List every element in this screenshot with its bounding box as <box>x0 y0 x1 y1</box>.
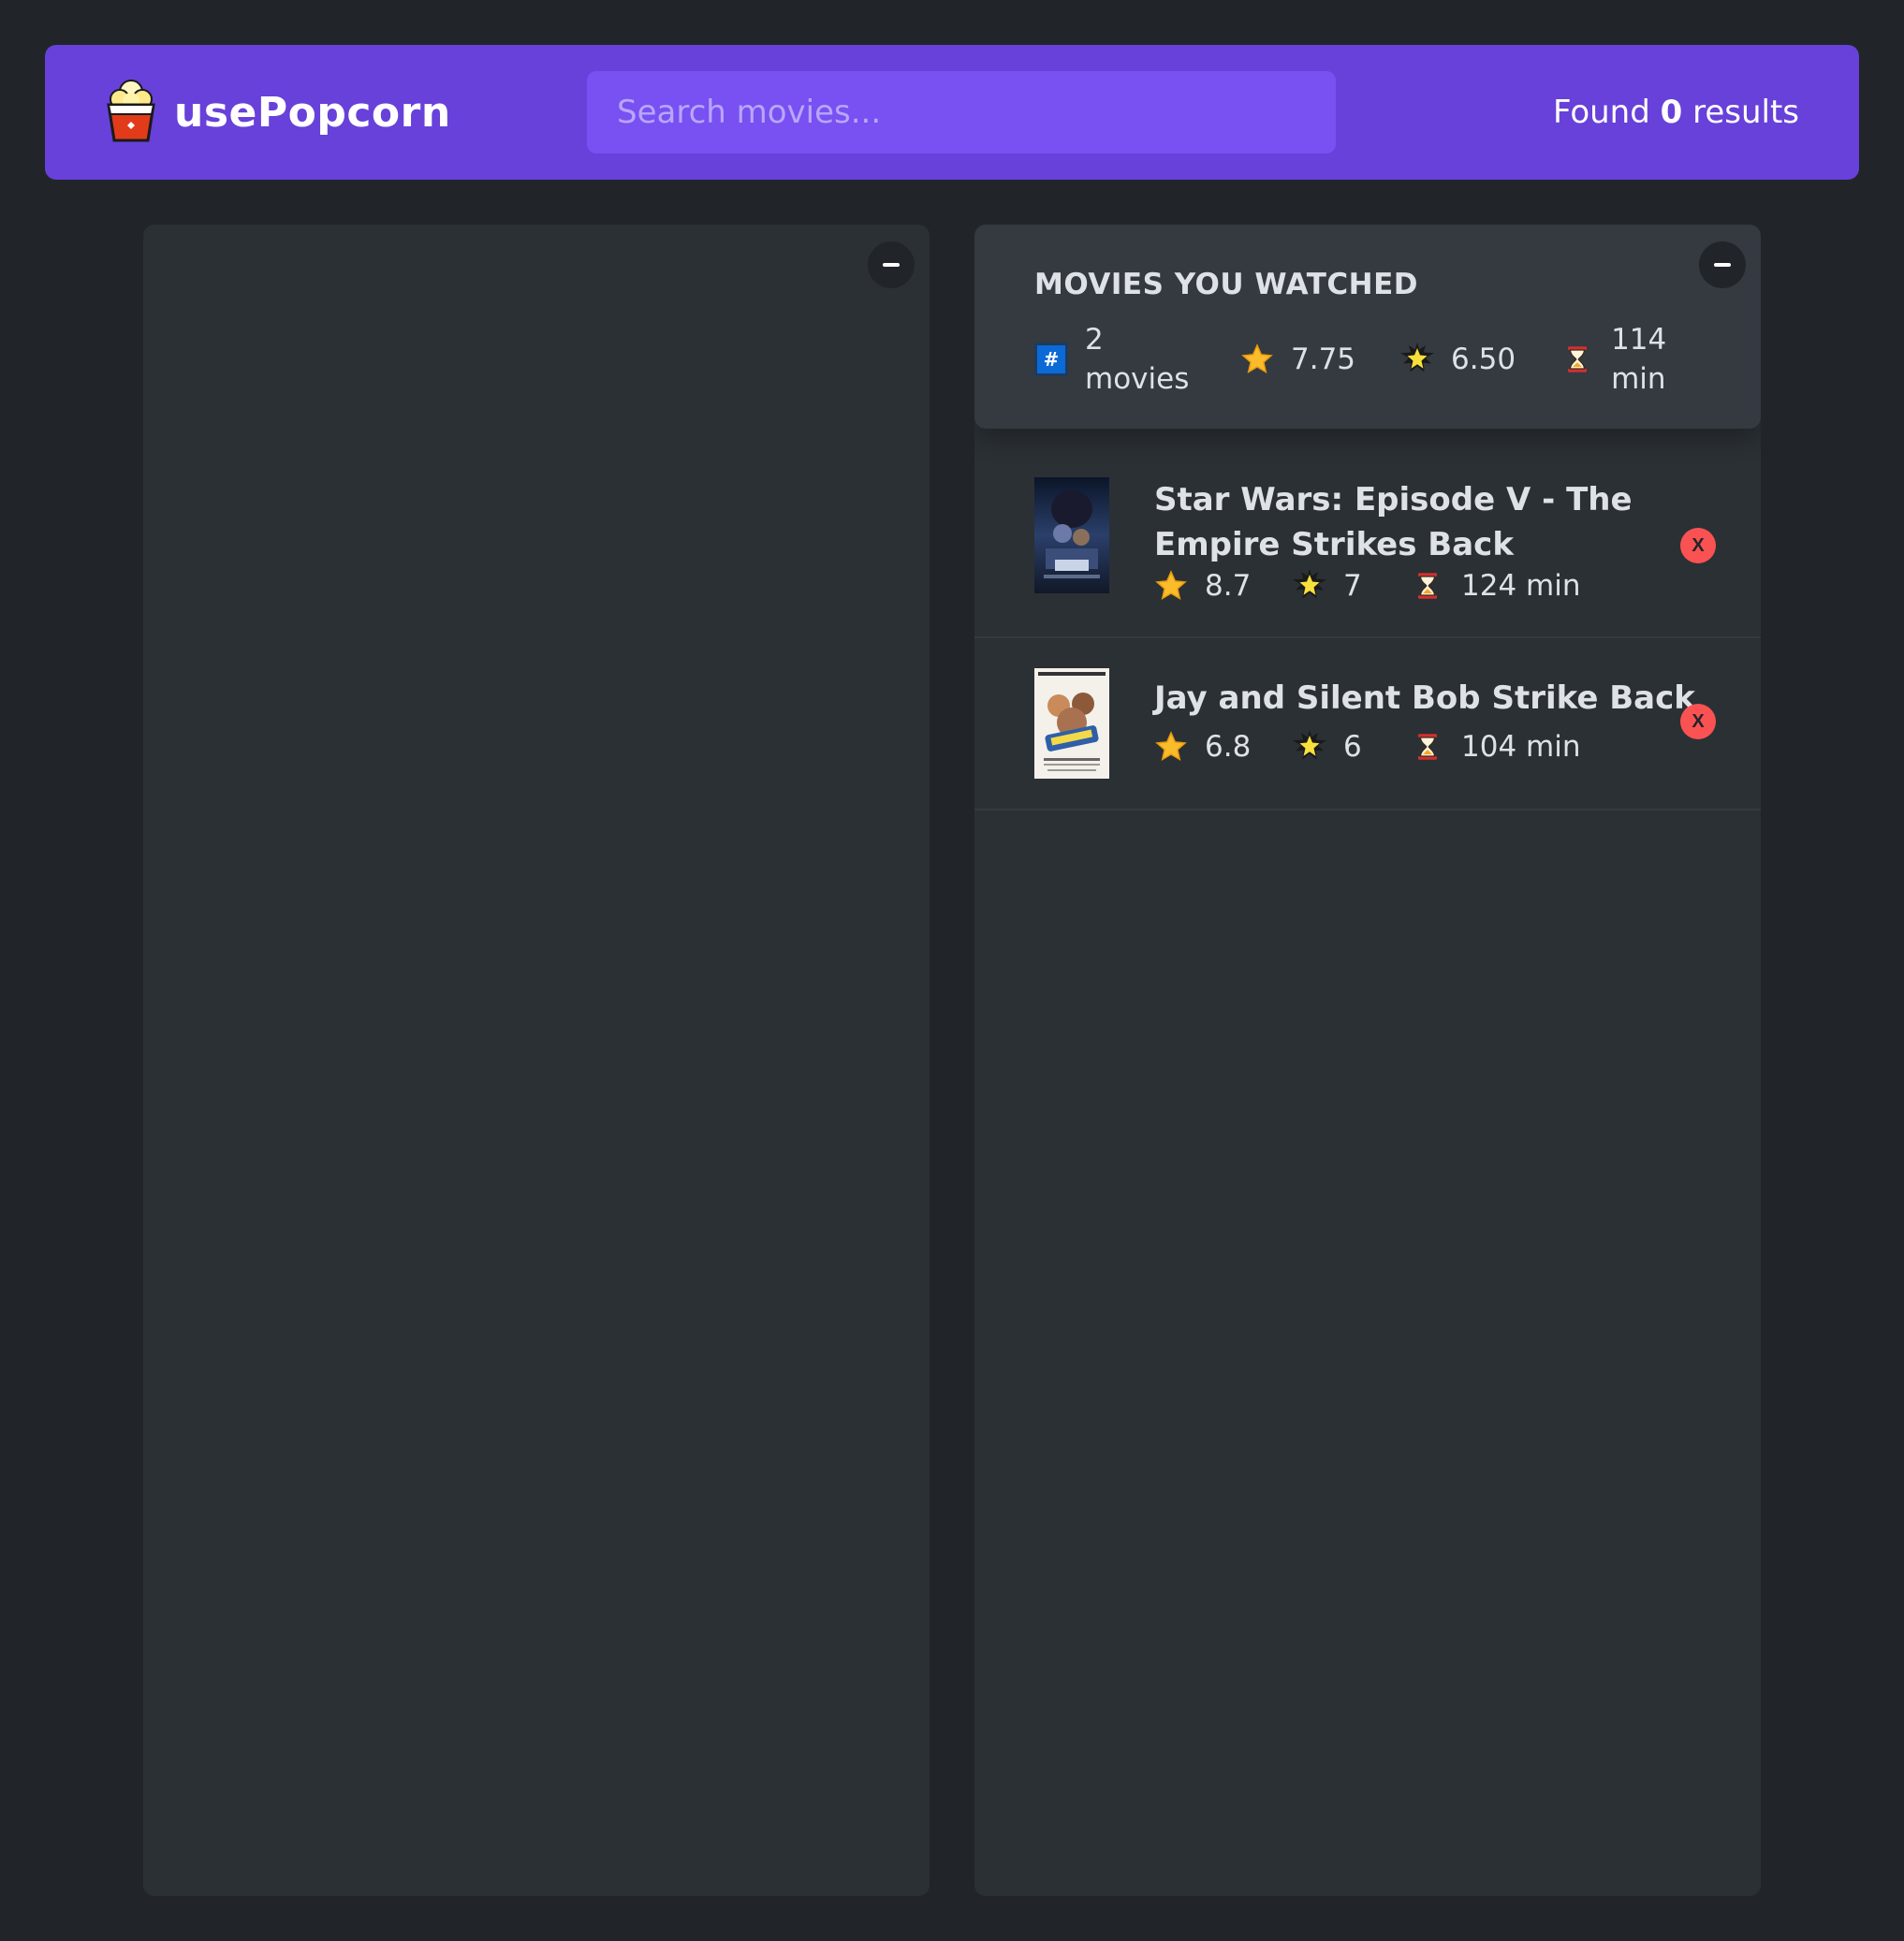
delete-movie-button[interactable]: X <box>1680 528 1716 563</box>
popcorn-icon <box>105 77 157 148</box>
logo: usePopcorn <box>105 77 554 148</box>
stat-count: # 2 movies <box>1034 320 1195 399</box>
stat-avg-user: 6.50 <box>1400 340 1516 379</box>
imdb-rating-value: 8.7 <box>1205 569 1252 603</box>
star-icon <box>1154 730 1188 764</box>
results-number: 0 <box>1660 94 1683 131</box>
movie-title: Jay and Silent Bob Strike Back <box>1154 679 1695 717</box>
hourglass-icon <box>1411 730 1444 764</box>
user-rating-value: 7 <box>1343 569 1362 603</box>
glowing-star-icon <box>1400 343 1434 376</box>
navbar: usePopcorn Found 0 results <box>45 45 1859 180</box>
movie-info: Star Wars: Episode V - The Empire Strike… <box>1154 477 1701 636</box>
collapse-right-button[interactable] <box>1699 241 1746 288</box>
count-value: 2 movies <box>1085 320 1195 399</box>
watched-summary: Movies you watched # 2 movies 7.75 6.50 1… <box>974 225 1761 429</box>
summary-stats: # 2 movies 7.75 6.50 114 min <box>1034 320 1701 399</box>
glowing-star-icon <box>1293 730 1326 764</box>
app-title: usePopcorn <box>174 88 451 137</box>
watched-movie-item[interactable]: Jay and Silent Bob Strike Back 6.8 6 104… <box>974 638 1761 810</box>
glowing-star-icon <box>1293 569 1326 603</box>
runtime-value: 124 min <box>1461 569 1581 603</box>
runtime: 104 min <box>1411 730 1580 764</box>
avg-runtime-num: 114 <box>1611 323 1667 357</box>
watched-list: Star Wars: Episode V - The Empire Strike… <box>974 429 1761 810</box>
minus-icon <box>1714 263 1731 267</box>
minus-icon <box>883 263 900 267</box>
avg-runtime-unit: min <box>1611 362 1666 396</box>
movie-info: Jay and Silent Bob Strike Back 6.8 6 104… <box>1154 668 1701 809</box>
count-num: 2 <box>1085 323 1104 357</box>
imdb-rating: 6.8 <box>1154 730 1293 764</box>
search-results-box <box>143 225 930 1896</box>
imdb-rating: 8.7 <box>1154 569 1293 603</box>
avg-runtime-value: 114 min <box>1611 320 1686 399</box>
summary-heading: Movies you watched <box>1034 268 1418 301</box>
star-icon <box>1240 343 1274 376</box>
count-unit: movies <box>1085 362 1190 396</box>
hourglass-icon <box>1560 343 1594 376</box>
avg-user-value: 6.50 <box>1451 343 1516 376</box>
hash-icon: # <box>1034 343 1068 376</box>
results-count: Found 0 results <box>1369 94 1799 131</box>
results-prefix: Found <box>1552 94 1661 131</box>
user-rating: 7 <box>1293 569 1411 603</box>
movie-meta: 6.8 6 104 min <box>1154 730 1701 764</box>
imdb-rating-value: 6.8 <box>1205 730 1252 764</box>
avg-imdb-value: 7.75 <box>1291 343 1356 376</box>
watched-box: Movies you watched # 2 movies 7.75 6.50 1… <box>974 225 1761 1896</box>
star-icon <box>1154 569 1188 603</box>
hourglass-icon <box>1411 569 1444 603</box>
search-input[interactable] <box>587 71 1336 153</box>
stat-avg-imdb: 7.75 <box>1240 340 1355 379</box>
runtime-value: 104 min <box>1461 730 1581 764</box>
movie-meta: 8.7 7 124 min <box>1154 569 1701 603</box>
runtime: 124 min <box>1411 569 1580 603</box>
watched-movie-item[interactable]: Star Wars: Episode V - The Empire Strike… <box>974 429 1761 638</box>
user-rating: 6 <box>1293 730 1411 764</box>
delete-movie-button[interactable]: X <box>1680 704 1716 739</box>
user-rating-value: 6 <box>1343 730 1362 764</box>
results-suffix: results <box>1682 94 1799 131</box>
movie-poster <box>1034 668 1109 809</box>
movie-poster <box>1034 477 1109 636</box>
collapse-left-button[interactable] <box>868 241 915 288</box>
movie-title: Star Wars: Episode V - The Empire Strike… <box>1154 481 1633 563</box>
stat-avg-runtime: 114 min <box>1560 320 1686 399</box>
